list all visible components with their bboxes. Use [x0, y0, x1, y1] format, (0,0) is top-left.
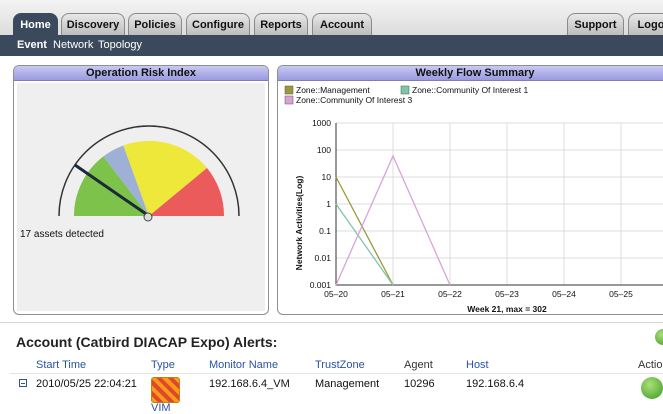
risk-gauge: 17 assets detected: [20, 125, 240, 240]
risk-panel-title: Operation Risk Index: [14, 66, 268, 81]
tab-reports[interactable]: Reports: [254, 13, 308, 35]
flow-panel-body: Zone::Management Zone::Community Of Inte…: [281, 83, 663, 313]
x-tick-label: 05–23: [495, 289, 519, 299]
y-tick-label: 100: [317, 145, 331, 155]
legend-swatch-management: [284, 85, 294, 95]
x-tick-label: 05–21: [381, 289, 405, 299]
x-axis-label: Week 21, max = 302: [467, 304, 547, 313]
tab-discovery[interactable]: Discovery: [61, 13, 125, 35]
y-tick-labels: 10001001010.10.010.001: [310, 118, 332, 290]
risk-panel-body: 17 assets detected: [17, 83, 265, 311]
x-tick-label: 05–25: [609, 289, 633, 299]
tab-support[interactable]: Support: [567, 13, 624, 35]
flow-panel: Weekly Flow Summary Zone::Management Zon…: [277, 65, 663, 315]
alerts-title: Account (Catbird DIACAP Expo) Alerts:: [16, 334, 278, 350]
chart-legend: Zone::Management Zone::Community Of Inte…: [284, 85, 528, 105]
legend-coi3: Zone::Community Of Interest 3: [296, 95, 412, 105]
y-tick-label: 0.1: [319, 226, 331, 236]
tab-logout[interactable]: Logo: [628, 13, 663, 35]
x-tick-label: 05–24: [552, 289, 576, 299]
legend-management: Zone::Management: [296, 85, 370, 95]
subnav-event[interactable]: Event: [17, 39, 47, 51]
tab-account[interactable]: Account: [312, 13, 372, 35]
x-tick-label: 05–22: [438, 289, 462, 299]
section-divider: [0, 322, 663, 323]
legend-swatch-coi1: [400, 85, 410, 95]
col-type[interactable]: Type: [151, 359, 175, 371]
y-tick-label: 1: [326, 199, 331, 209]
legend-coi1: Zone::Community Of Interest 1: [412, 85, 528, 95]
resolve-action-icon[interactable]: [641, 377, 663, 399]
col-start-time[interactable]: Start Time: [36, 359, 86, 371]
risk-panel: Operation Risk Index 17 assets detected: [13, 65, 269, 315]
cell-start-time: 2010/05/25 22:04:21: [36, 378, 137, 390]
y-tick-label: 0.01: [314, 253, 331, 263]
y-tick-label: 1000: [312, 118, 331, 128]
gauge-pivot: [143, 212, 153, 222]
flow-chart: Zone::Management Zone::Community Of Inte…: [284, 85, 663, 313]
cell-host: 192.168.6.4: [466, 378, 525, 390]
cell-monitor-name: 192.168.6.4_VM: [209, 378, 290, 390]
col-agent: Agent: [404, 359, 433, 371]
legend-swatch-coi3: [284, 95, 294, 105]
flow-panel-title: Weekly Flow Summary: [278, 66, 663, 81]
x-tick-label: 05–20: [324, 289, 348, 299]
y-axis-label: Network Activities(Log): [294, 176, 304, 271]
sub-nav: Event Network Topology: [0, 35, 663, 56]
assets-detected: 17 assets detected: [20, 229, 104, 240]
tab-home[interactable]: Home: [13, 13, 58, 35]
y-tick-label: 10: [322, 172, 332, 182]
tab-configure[interactable]: Configure: [186, 13, 250, 35]
col-monitor-name[interactable]: Monitor Name: [209, 359, 278, 371]
top-nav: Home Discovery Policies Configure Report…: [0, 0, 663, 36]
col-host[interactable]: Host: [466, 359, 489, 371]
cell-type[interactable]: VIM: [151, 402, 171, 414]
cell-agent: 10296: [404, 378, 435, 390]
x-tick-labels: 05–2005–2105–2205–2305–2405–2505–: [324, 289, 633, 299]
col-action: Action: [638, 359, 663, 371]
chart-grid: [335, 122, 663, 286]
series-line-1: [335, 203, 394, 286]
alerts-help-button[interactable]: [655, 329, 663, 345]
expand-row-icon[interactable]: [19, 379, 27, 387]
row-divider: [10, 373, 663, 374]
tab-policies[interactable]: Policies: [128, 13, 182, 35]
col-trustzone[interactable]: TrustZone: [315, 359, 365, 371]
subnav-network[interactable]: Network: [53, 39, 93, 51]
subnav-topology[interactable]: Topology: [98, 39, 142, 51]
cell-trustzone: Management: [315, 378, 380, 390]
vim-type-icon[interactable]: [151, 377, 180, 403]
